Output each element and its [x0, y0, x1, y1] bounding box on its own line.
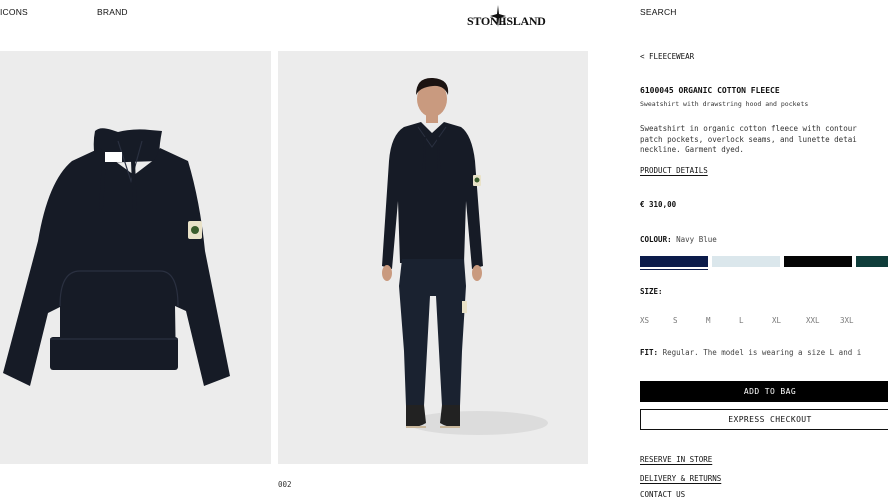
delivery-returns-link[interactable]: DELIVERY & RETURNS [640, 474, 721, 483]
description-line: patch pockets, overlock seams, and lunet… [640, 134, 857, 144]
product-image-model[interactable] [278, 51, 588, 464]
logo[interactable]: STONE ISLAND [465, 5, 546, 31]
price: € 310,00 [640, 200, 677, 209]
swatch-light-blue[interactable] [712, 256, 780, 267]
size-option[interactable]: 3XL [840, 316, 854, 325]
colour-value: Navy Blue [676, 235, 717, 244]
hoodie-image [3, 128, 230, 386]
add-to-bag-button[interactable]: ADD TO BAG [640, 381, 888, 402]
size-option[interactable]: L [739, 316, 744, 325]
fit-row: FIT: Regular. The model is wearing a siz… [640, 348, 861, 357]
contact-us-link[interactable]: CONTACT US [640, 490, 685, 499]
product-subtitle: Sweatshirt with drawstring hood and pock… [640, 100, 809, 108]
product-details-link[interactable]: PRODUCT DETAILS [640, 166, 708, 175]
size-option[interactable]: XL [772, 316, 781, 325]
swatch-black[interactable] [784, 256, 852, 267]
model-image [382, 77, 548, 435]
fit-value: Regular. The model is wearing a size L a… [662, 348, 862, 357]
logo-text-right: ISLAND [502, 14, 546, 28]
express-checkout-button[interactable]: EXPRESS CHECKOUT [640, 409, 888, 430]
colour-label: COLOUR: [640, 235, 672, 244]
size-option[interactable]: XS [640, 316, 649, 325]
fit-label: FIT: [640, 348, 659, 357]
product-title: 6100045 ORGANIC COTTON FLEECE [640, 86, 780, 95]
description-line: Sweatshirt in organic cotton fleece with… [640, 124, 857, 133]
nav-search[interactable]: SEARCH [640, 7, 677, 17]
image-counter: 002 [278, 480, 292, 489]
product-image-front[interactable] [0, 51, 271, 464]
product-description: Sweatshirt in organic cotton fleece with… [640, 124, 857, 156]
size-label: SIZE: [640, 287, 663, 296]
swatch-navy-blue[interactable] [640, 256, 708, 267]
size-option[interactable]: XXL [806, 316, 820, 325]
description-line: neckline. Garment dyed. [640, 145, 744, 154]
swatch-selected-indicator [640, 269, 708, 270]
reserve-in-store-link[interactable]: RESERVE IN STORE [640, 455, 712, 464]
nav-brand[interactable]: BRAND [97, 7, 128, 17]
size-option[interactable]: M [706, 316, 711, 325]
nav-icons[interactable]: ICONS [0, 7, 28, 17]
size-option[interactable]: S [673, 316, 678, 325]
breadcrumb[interactable]: < FLEECEWEAR [640, 52, 694, 61]
swatch-green[interactable] [856, 256, 888, 267]
colour-row: COLOUR: Navy Blue [640, 235, 717, 244]
